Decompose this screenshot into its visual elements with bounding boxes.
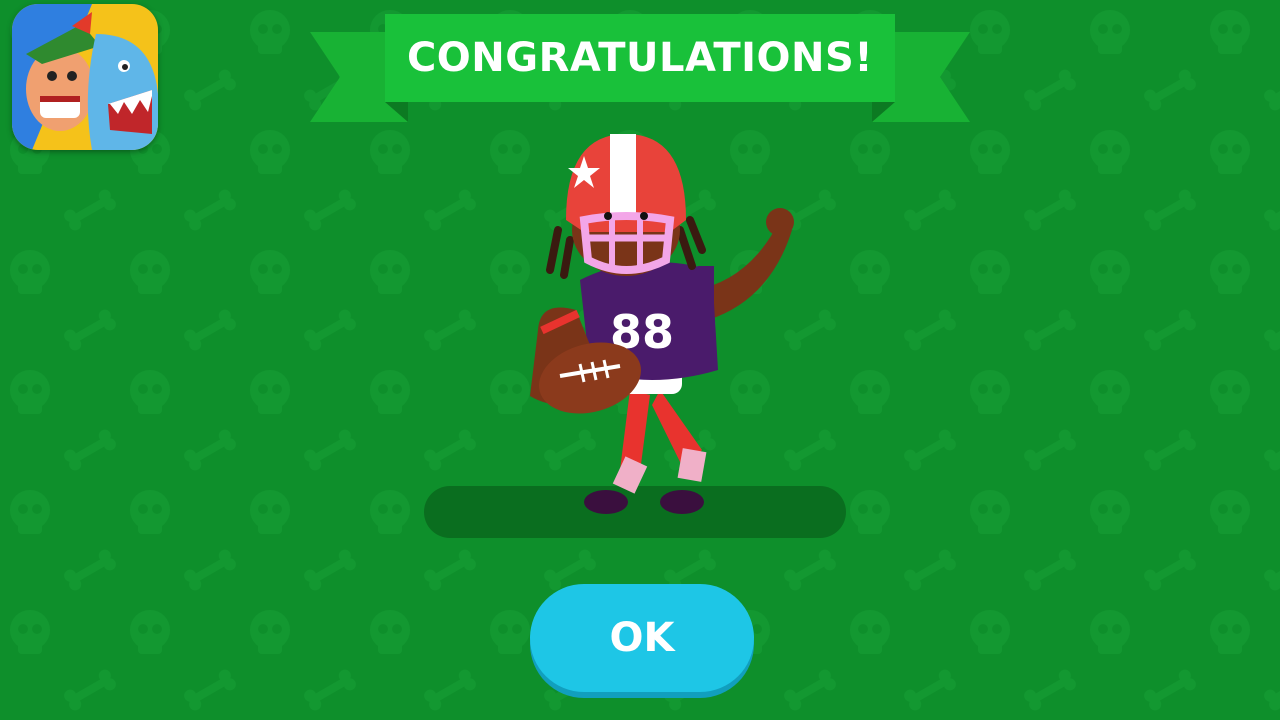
football-player-character: 88 [530, 134, 794, 514]
app-icon [12, 4, 158, 150]
ok-button-label: OK [609, 615, 675, 661]
ok-button[interactable]: OK [530, 584, 754, 692]
bowmasters-app-icon [12, 4, 158, 150]
banner-title: CONGRATULATIONS! [406, 35, 874, 81]
